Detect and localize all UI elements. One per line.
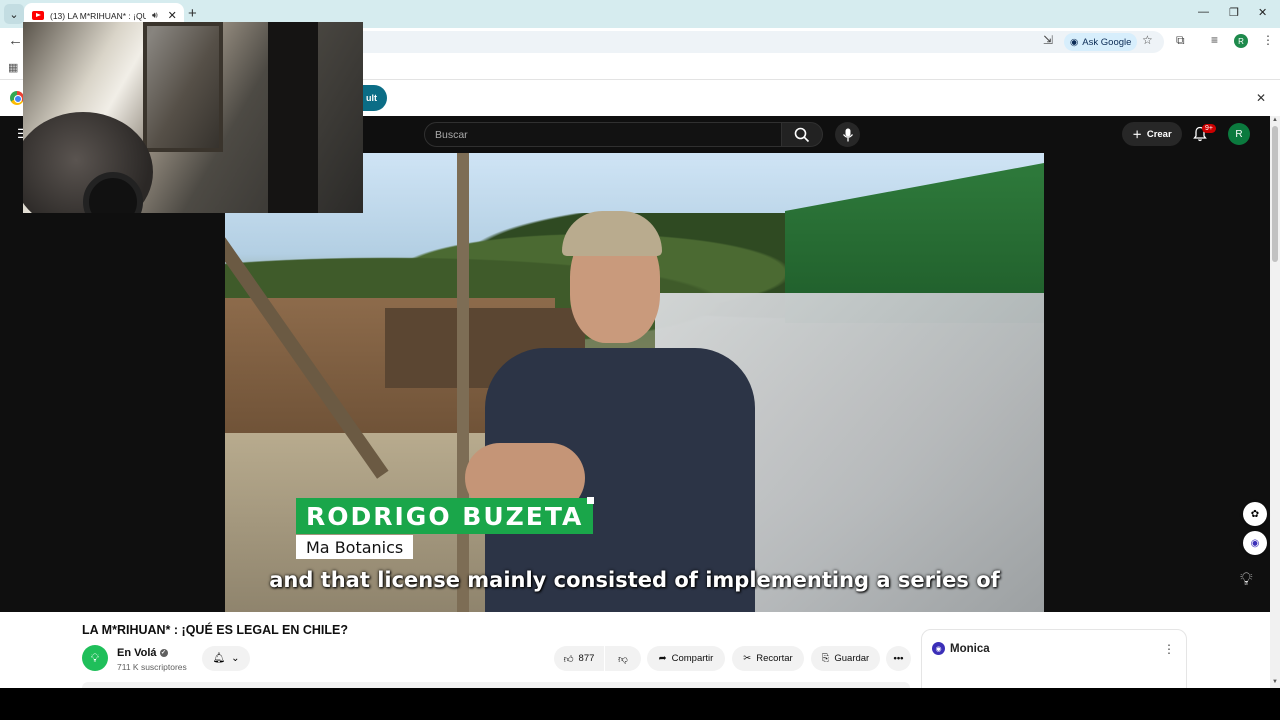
youtube-favicon-icon <box>32 11 44 20</box>
restore-icon[interactable]: ❐ <box>1229 6 1239 19</box>
bookmark-star-icon[interactable]: ☆ <box>1142 33 1153 47</box>
clip-label: Recortar <box>756 653 793 664</box>
extensions-icon[interactable]: ⧉ <box>1176 33 1185 48</box>
back-arrow-icon[interactable]: ← <box>8 32 23 49</box>
voice-search-button[interactable] <box>835 122 860 147</box>
monica-floating-icon[interactable]: ◉ <box>1243 531 1267 555</box>
address-bar[interactable] <box>340 31 1164 53</box>
more-horizontal-icon: ••• <box>893 653 904 664</box>
save-label: Guardar <box>834 653 870 664</box>
scrollbar-thumb[interactable] <box>1272 126 1278 262</box>
verified-icon: ✓ <box>159 649 168 658</box>
youtube-avatar[interactable]: R <box>1228 123 1250 145</box>
webcam-overlay <box>23 22 363 213</box>
more-actions-button[interactable]: ••• <box>886 646 911 671</box>
profile-avatar[interactable]: R <box>1234 34 1248 48</box>
scissors-icon: ✂ <box>743 653 752 664</box>
create-label: Crear <box>1146 128 1172 140</box>
clip-button[interactable]: ✂ Recortar <box>732 646 804 671</box>
search-button[interactable] <box>781 122 823 147</box>
plus-icon: ＋ <box>1132 130 1142 141</box>
media-controls-icon[interactable]: ≡ <box>1211 33 1218 47</box>
apps-grid-icon[interactable]: ▦ <box>8 61 18 74</box>
taskbar <box>0 688 1280 720</box>
webcam-window-frame <box>143 22 223 152</box>
subscription-bell-button[interactable]: 🔔︎ ⌄ <box>202 646 250 671</box>
bell-icon: 🔔︎ <box>212 653 226 664</box>
infobar-close-icon[interactable]: ✕ <box>1256 91 1266 105</box>
monica-logo-icon: ◉ <box>932 642 945 655</box>
scroll-up-arrow-icon[interactable]: ▲ <box>1272 117 1278 123</box>
search-input[interactable]: Buscar <box>424 122 782 147</box>
search-icon <box>794 127 810 142</box>
dislike-button[interactable]: 👎︎ <box>605 646 641 671</box>
monica-panel <box>921 629 1187 689</box>
channel-name-text: En Volá <box>117 647 157 659</box>
lower-third-accent <box>587 497 594 504</box>
lower-third-name: RODRIGO BUZETA <box>296 498 594 534</box>
video-scene-pole <box>457 153 469 612</box>
browser-menu-icon[interactable]: ⋮ <box>1262 33 1274 47</box>
scroll-down-arrow-icon[interactable]: ▼ <box>1272 679 1278 685</box>
new-tab-button[interactable]: + <box>188 5 197 22</box>
ask-google-label: Ask Google <box>1082 36 1132 48</box>
thumbs-down-icon: 👎︎ <box>618 653 628 665</box>
tab-title: (13) LA M*RIHUAN* : ¡QUÉ <box>50 10 146 21</box>
tab-search-button[interactable]: ⌄ <box>4 4 24 24</box>
share-arrow-icon: ➦ <box>658 653 667 664</box>
tab-close-icon[interactable]: ✕ <box>168 9 177 22</box>
monica-menu-icon[interactable]: ⋮ <box>1163 642 1175 656</box>
thumbs-up-icon: 👍︎ <box>563 653 574 665</box>
window-close-icon[interactable]: ✕ <box>1258 6 1267 19</box>
video-title: LA M*RIHUAN* : ¡QUÉ ES LEGAL EN CHILE? <box>82 623 348 637</box>
microphone-icon <box>842 128 853 141</box>
webcam-doorway <box>268 22 318 213</box>
notifications-badge: 9+ <box>1202 124 1216 133</box>
save-button[interactable]: ⎘ Guardar <box>811 646 880 671</box>
share-label: Compartir <box>671 653 714 664</box>
ask-google-button[interactable]: ◉ Ask Google <box>1064 33 1138 51</box>
screen: ⌄ (13) LA M*RIHUAN* : ¡QUÉ 🔊︎ ✕ + — ❐ ✕ … <box>0 0 1280 720</box>
chevron-down-icon: ⌄ <box>231 653 240 664</box>
lightbulb-icon[interactable]: 💡︎ <box>1240 569 1253 590</box>
bookmark-icon: ⎘ <box>821 653 830 664</box>
channel-name[interactable]: En Volá ✓ <box>117 647 168 659</box>
subscriber-count: 711 K suscriptores <box>117 662 187 672</box>
lower-third-organization: Ma Botanics <box>296 535 414 559</box>
like-button[interactable]: 👍︎ 877 <box>554 646 604 671</box>
monica-title: Monica <box>950 643 990 655</box>
speaker-icon[interactable]: 🔊︎ <box>152 10 158 21</box>
chrome-logo-icon <box>10 91 24 105</box>
channel-avatar[interactable]: 💡︎ <box>82 645 108 671</box>
lens-icon: ◉ <box>1070 36 1079 48</box>
create-button[interactable]: ＋ Crear <box>1122 122 1182 146</box>
install-app-icon[interactable]: ⇲ <box>1043 33 1053 47</box>
video-subtitle: and that license mainly consisted of imp… <box>269 568 1000 592</box>
extension-floating-icon[interactable]: ✿ <box>1243 502 1267 526</box>
like-count: 877 <box>578 653 595 664</box>
share-button[interactable]: ➦ Compartir <box>647 646 725 671</box>
minimize-icon[interactable]: — <box>1198 6 1209 18</box>
